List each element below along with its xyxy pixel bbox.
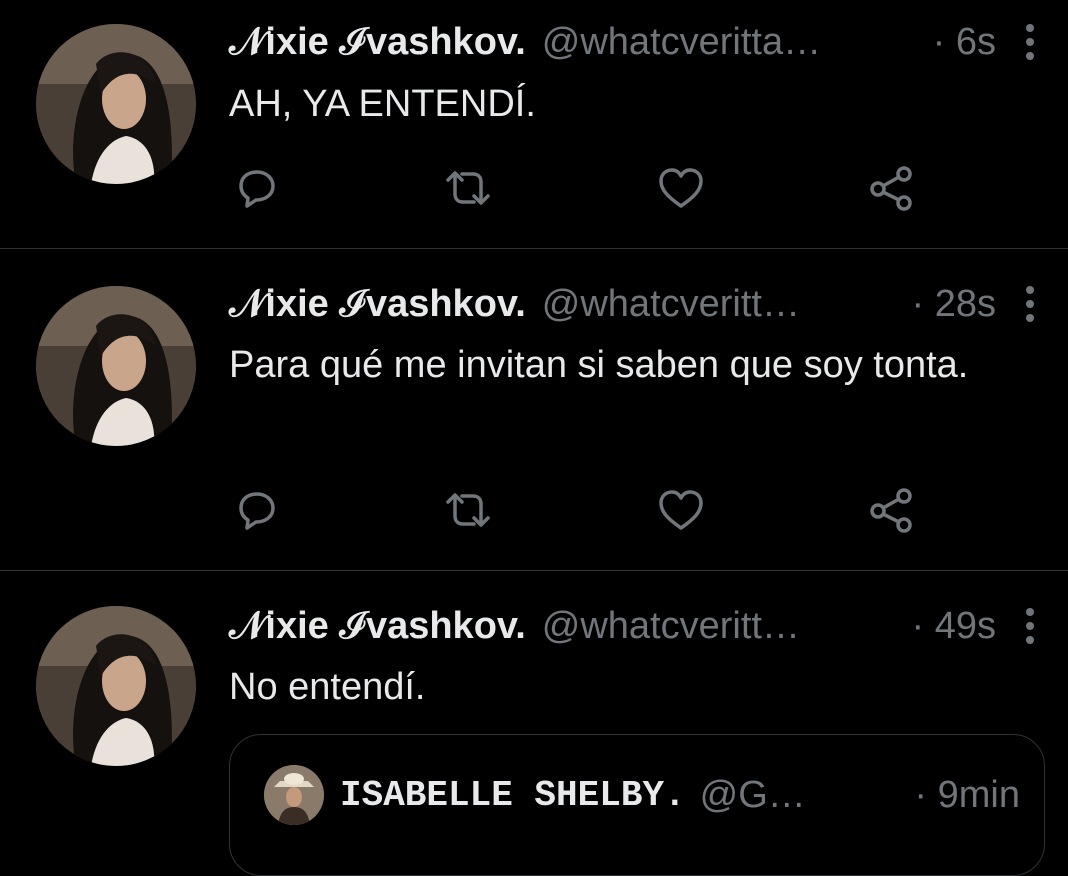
username[interactable]: @whatcveritta… [542,21,821,64]
timestamp[interactable]: · 49s [882,605,996,648]
quoted-username[interactable]: @G… [700,774,806,817]
quoted-display-name[interactable]: ISABELLE SHELBY. [340,775,686,816]
more-vertical-icon[interactable] [1012,284,1048,324]
tweet-text: AH, YA ENTENDÍ. [229,83,536,125]
avatar[interactable] [36,286,196,446]
avatar[interactable] [36,606,196,766]
display-name[interactable]: 𝒩ixie ℐvashkov. [229,21,526,64]
share-icon [870,166,912,211]
tweet[interactable]: 𝒩ixie ℐvashkov. @whatcveritt… · 28s Para… [0,249,1068,571]
timestamp[interactable]: · 6s [903,21,996,64]
like-button[interactable] [653,482,709,538]
tweet-text: Para qué me invitan si saben que soy ton… [229,344,969,386]
timestamp[interactable]: · 28s [882,283,996,326]
more-vertical-icon[interactable] [1012,606,1048,646]
share-icon [870,488,912,533]
reply-icon [239,492,275,530]
username[interactable]: @whatcveritt… [542,605,800,648]
tweet-header: 𝒩ixie ℐvashkov. @whatcveritt… · 28s [229,279,1048,329]
heart-icon [659,490,703,530]
like-button[interactable] [653,160,709,216]
reply-icon [239,170,275,208]
display-name[interactable]: 𝒩ixie ℐvashkov. [229,283,526,326]
retweet-icon [446,493,490,527]
more-vertical-icon[interactable] [1012,22,1048,62]
tweet[interactable]: 𝒩ixie ℐvashkov. @whatcveritta… · 6s AH, … [0,0,1068,249]
quoted-timestamp[interactable]: · 9min [914,774,1020,817]
retweet-button[interactable] [440,482,496,538]
tweet-header: 𝒩ixie ℐvashkov. @whatcveritta… · 6s [229,17,1048,67]
heart-icon [659,168,703,208]
quoted-tweet[interactable]: ISABELLE SHELBY. @G… · 9min [229,734,1045,876]
reply-button[interactable] [229,160,285,216]
avatar[interactable] [36,24,196,184]
retweet-button[interactable] [440,160,496,216]
quoted-tweet-header: ISABELLE SHELBY. @G… · 9min [264,765,1020,825]
reply-button[interactable] [229,482,285,538]
tweet-header: 𝒩ixie ℐvashkov. @whatcveritt… · 49s [229,601,1048,651]
retweet-icon [446,171,490,205]
display-name[interactable]: 𝒩ixie ℐvashkov. [229,605,526,648]
share-button[interactable] [863,160,919,216]
share-button[interactable] [863,482,919,538]
tweet-text: No entendí. [229,666,426,708]
username[interactable]: @whatcveritt… [542,283,800,326]
action-bar [229,482,929,538]
action-bar [229,160,929,216]
quoted-avatar [264,765,324,825]
tweet[interactable]: 𝒩ixie ℐvashkov. @whatcveritt… · 49s No e… [0,571,1068,876]
